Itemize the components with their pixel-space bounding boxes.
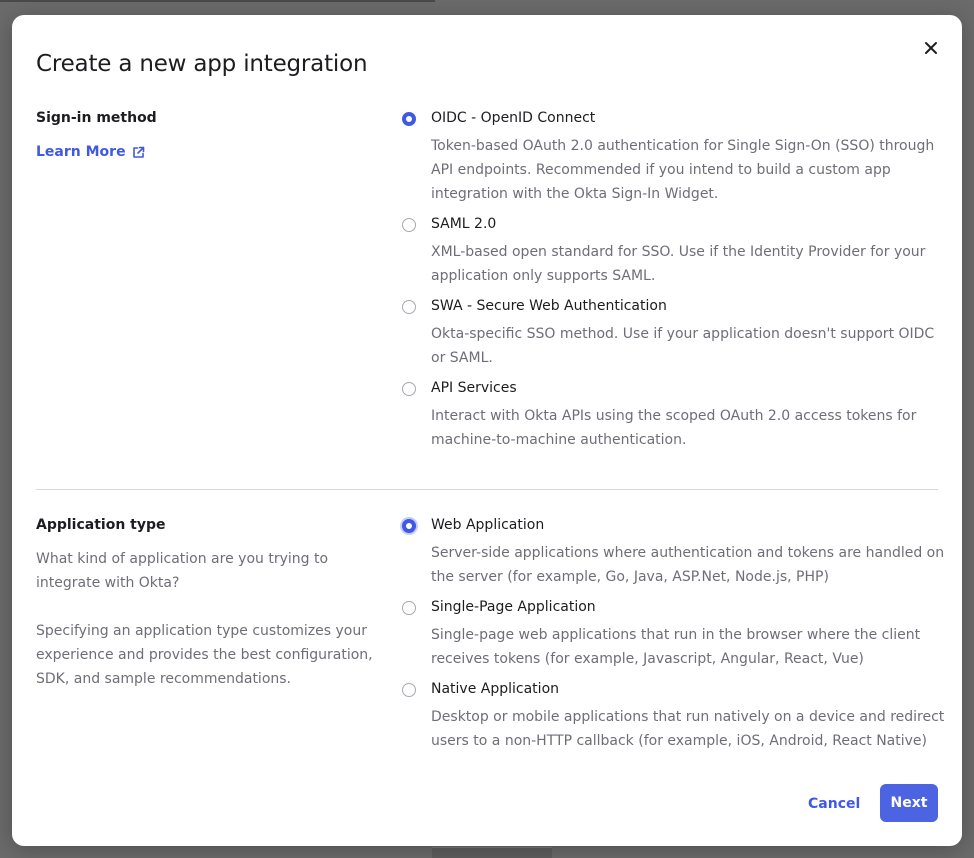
sign-in-method-label: Sign-in method	[36, 110, 157, 126]
radio-single-page-application[interactable]	[402, 601, 416, 615]
option-label: SAML 2.0	[431, 216, 497, 232]
close-icon	[925, 42, 937, 54]
create-app-integration-modal: Create a new app integration Sign-in met…	[12, 15, 962, 846]
application-type-help-1: What kind of application are you trying …	[36, 551, 329, 591]
radio-swa[interactable]	[402, 300, 416, 314]
radio-web-application[interactable]	[402, 519, 416, 533]
section-divider	[36, 489, 938, 490]
radio-saml[interactable]	[402, 218, 416, 232]
modal-title: Create a new app integration	[36, 51, 368, 77]
option-description: Interact with Okta APIs using the scoped…	[431, 408, 917, 448]
option-label: Single-Page Application	[431, 599, 596, 615]
option-description: Desktop or mobile applications that run …	[431, 709, 945, 749]
radio-native-application[interactable]	[402, 683, 416, 697]
cancel-button[interactable]: Cancel	[796, 785, 872, 822]
option-description: Token-based OAuth 2.0 authentication for…	[431, 138, 935, 202]
application-type-help-2: Specifying an application type customize…	[36, 623, 373, 687]
learn-more-link[interactable]: Learn More	[36, 144, 145, 160]
option-description: XML-based open standard for SSO. Use if …	[431, 244, 926, 284]
option-label: Web Application	[431, 517, 545, 533]
learn-more-text: Learn More	[36, 144, 126, 160]
option-description: Single-page web applications that run in…	[431, 627, 921, 667]
close-button[interactable]	[918, 35, 944, 61]
radio-api-services[interactable]	[402, 382, 416, 396]
backdrop-bottom-element	[432, 847, 552, 858]
application-type-label: Application type	[36, 517, 166, 533]
option-label: OIDC - OpenID Connect	[431, 110, 596, 126]
option-description: Okta-specific SSO method. Use if your ap…	[431, 326, 935, 366]
next-button[interactable]: Next	[880, 784, 938, 822]
option-label: Native Application	[431, 681, 560, 697]
external-link-icon	[132, 146, 144, 158]
option-label: SWA - Secure Web Authentication	[431, 298, 667, 314]
option-description: Server-side applications where authentic…	[431, 545, 945, 585]
backdrop-top-bar	[0, 0, 435, 2]
option-label: API Services	[431, 380, 517, 396]
radio-oidc[interactable]	[402, 112, 416, 126]
